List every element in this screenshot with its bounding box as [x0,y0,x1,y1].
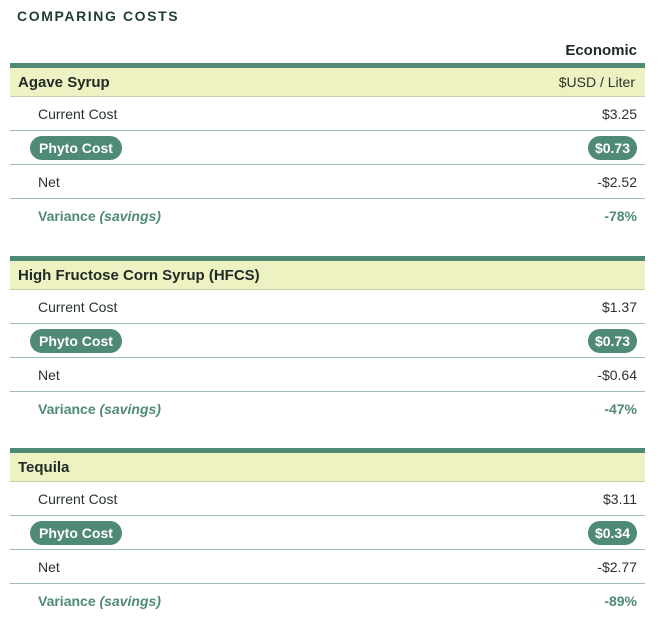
net-label: Net [38,173,60,190]
variance-note: (savings) [99,593,161,609]
section-name: Tequila [18,458,70,476]
variance-label-group: Variance (savings) [38,593,161,609]
variance-label-group: Variance (savings) [38,401,161,417]
variance-label-group: Variance (savings) [38,208,161,224]
section-name: Agave Syrup [18,73,110,91]
phyto-cost-row: Phyto Cost $0.73 [10,324,645,358]
variance-value: -78% [604,208,637,224]
current-cost-label: Current Cost [38,105,118,122]
section-tequila: Tequila Current Cost $3.11 Phyto Cost $0… [10,448,645,618]
phyto-cost-row: Phyto Cost $0.73 [10,131,645,165]
section-name: High Fructose Corn Syrup (HFCS) [18,266,260,284]
phyto-cost-value: $0.73 [587,135,637,160]
section-header: Tequila [10,448,645,482]
section-header: High Fructose Corn Syrup (HFCS) [10,256,645,290]
current-cost-value: $1.37 [601,298,637,315]
variance-row: Variance (savings) -78% [10,199,645,233]
variance-note: (savings) [99,401,161,417]
variance-label: Variance [38,593,96,609]
phyto-cost-label: Phyto Cost [30,328,122,353]
phyto-cost-label: Phyto Cost [30,135,122,160]
section-agave-syrup: Agave Syrup $USD / Liter Current Cost $3… [10,63,645,233]
page-title: COMPARING COSTS [17,8,180,24]
variance-label: Variance [38,208,96,224]
net-row: Net -$2.77 [10,550,645,584]
net-label: Net [38,558,60,575]
variance-row: Variance (savings) -89% [10,584,645,618]
unit-label: $USD / Liter [558,74,635,90]
phyto-cost-label: Phyto Cost [30,520,122,545]
net-row: Net -$0.64 [10,358,645,392]
current-cost-label: Current Cost [38,490,118,507]
variance-value: -47% [604,401,637,417]
variance-row: Variance (savings) -47% [10,392,645,426]
section-hfcs: High Fructose Corn Syrup (HFCS) Current … [10,256,645,426]
economic-column-header: Economic [565,42,637,59]
variance-note: (savings) [99,208,161,224]
net-label: Net [38,366,60,383]
net-value: -$0.64 [597,366,637,383]
net-row: Net -$2.52 [10,165,645,199]
variance-value: -89% [604,593,637,609]
current-cost-row: Current Cost $1.37 [10,290,645,324]
current-cost-label: Current Cost [38,298,118,315]
net-value: -$2.52 [597,173,637,190]
net-value: -$2.77 [597,558,637,575]
section-header: Agave Syrup $USD / Liter [10,63,645,97]
current-cost-row: Current Cost $3.25 [10,97,645,131]
current-cost-row: Current Cost $3.11 [10,482,645,516]
variance-label: Variance [38,401,96,417]
current-cost-value: $3.11 [603,490,637,507]
phyto-cost-value: $0.34 [587,520,637,545]
current-cost-value: $3.25 [601,105,637,122]
phyto-cost-row: Phyto Cost $0.34 [10,516,645,550]
phyto-cost-value: $0.73 [587,328,637,353]
